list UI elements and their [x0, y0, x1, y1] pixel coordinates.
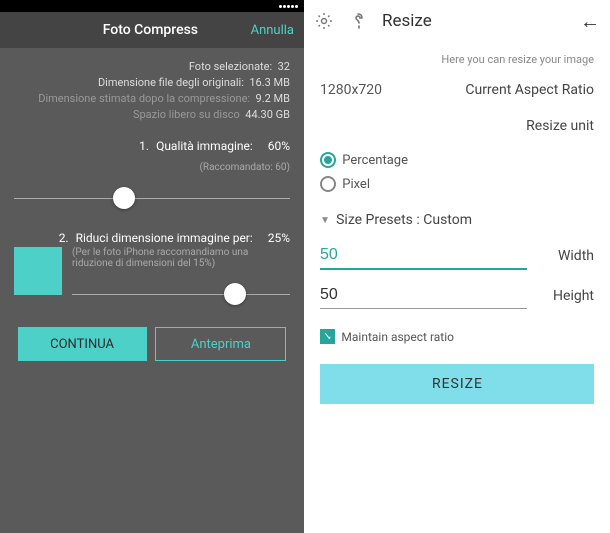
info-original-size: Dimensione file degli originali: 16.3 MB — [14, 76, 290, 89]
aspect-ratio-label: Current Aspect Ratio — [465, 82, 594, 98]
radio-pixel[interactable]: Pixel — [320, 172, 370, 196]
radio-selected-icon — [320, 152, 336, 168]
quality-slider[interactable] — [14, 183, 290, 213]
width-label: Width — [539, 248, 594, 264]
resize-unit-row: Resize unit — [320, 108, 594, 144]
header: ← Resize — [304, 0, 610, 42]
button-row: Anteprima CONTINUA — [14, 327, 290, 361]
height-input[interactable] — [320, 282, 527, 309]
width-input[interactable] — [320, 242, 527, 270]
unit-radio-group: Percentage Pixel — [320, 148, 594, 196]
height-label: Height — [539, 288, 594, 304]
content: Foto selezionate: 32 Dimensione file deg… — [0, 48, 304, 533]
help-icon[interactable] — [348, 11, 368, 31]
preview-thumbnail — [14, 247, 62, 295]
navbar-title: Foto Compress — [103, 22, 198, 38]
aspect-ratio-value: 1280x720 — [320, 82, 382, 98]
size-section: 2. Riduci dimensione immagine per: 25% (… — [14, 231, 290, 309]
status-bar — [0, 0, 304, 12]
info-selected: Foto selezionate: 32 — [14, 60, 290, 73]
maintain-aspect-row[interactable]: Maintain aspect ratio ✓ — [320, 315, 594, 358]
gear-icon[interactable] — [314, 11, 334, 31]
resize-screen: ← Resize Here you can resize your image … — [304, 0, 610, 533]
back-arrow-icon[interactable]: ← — [580, 9, 600, 34]
radio-percentage[interactable]: Percentage — [320, 148, 408, 172]
chevron-down-icon: ▼ — [320, 215, 330, 226]
aspect-ratio-row: Current Aspect Ratio 1280x720 — [320, 72, 594, 108]
resize-button[interactable]: RESIZE — [320, 364, 594, 404]
size-slider[interactable] — [72, 279, 290, 309]
content: Here you can resize your image Current A… — [304, 42, 610, 410]
size-slider-thumb[interactable] — [225, 283, 247, 305]
cancel-button[interactable]: Annulla — [251, 23, 294, 38]
navbar: Annulla Foto Compress — [0, 12, 304, 48]
size-presets-row[interactable]: Size Presets : Custom ▼ — [320, 204, 594, 236]
checkbox-checked-icon: ✓ — [320, 329, 335, 344]
preview-button[interactable]: Anteprima — [155, 327, 286, 361]
height-row: Height — [320, 276, 594, 315]
radio-unselected-icon — [320, 176, 336, 192]
info-free-space: Spazio libero su disco 44.30 GB — [14, 108, 290, 121]
width-row: Width — [320, 236, 594, 276]
quality-slider-thumb[interactable] — [113, 187, 135, 209]
quality-recommended: (Raccomandato: 60) — [199, 162, 290, 173]
size-recommended: (Per le foto iPhone raccomandiamo una ri… — [72, 247, 290, 269]
hint-text: Here you can resize your image — [441, 53, 594, 66]
continue-button[interactable]: CONTINUA — [18, 327, 147, 361]
info-estimated-size: Dimensione stimata dopo la compressione:… — [14, 92, 290, 105]
quality-section: 1. Qualità immagine: 60% (Raccomandato: … — [14, 139, 290, 213]
foto-compress-screen: Annulla Foto Compress Foto selezionate: … — [0, 0, 304, 533]
resize-unit-label: Resize unit — [526, 118, 594, 134]
page-title: Resize — [382, 11, 566, 31]
